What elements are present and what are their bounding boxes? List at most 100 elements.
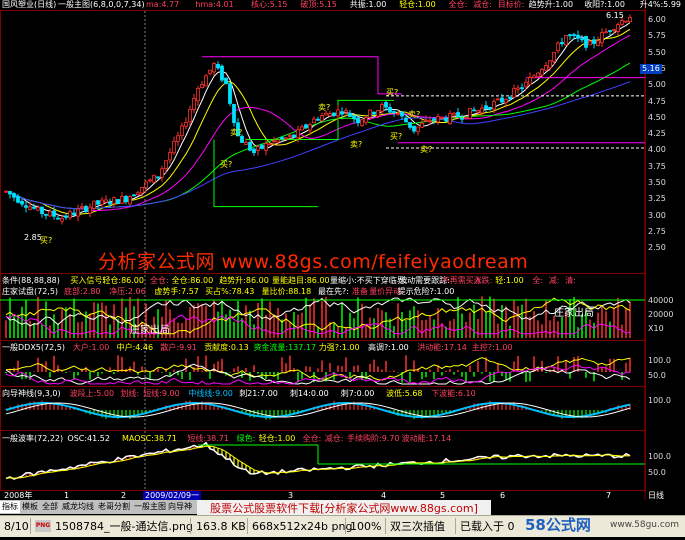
candle-body: [524, 81, 528, 88]
indicator-value: 全仓:: [302, 434, 322, 443]
buy-sell-mark: 卖?: [318, 103, 331, 112]
axis-tick-label: 20000: [648, 310, 674, 319]
candle-body: [128, 196, 132, 205]
axis-tick-label: 100.0: [648, 452, 671, 461]
candle-body: [528, 77, 532, 85]
indicator-value: 趋势升:1.00: [528, 0, 574, 9]
candle-body: [148, 179, 152, 182]
candle-body: [416, 126, 420, 132]
candle-body: [516, 87, 520, 90]
divider: [345, 518, 346, 534]
candle-body: [260, 144, 264, 149]
indicator-value: 提示危险?:1.00: [397, 287, 455, 296]
indicator-value: 手续购阶:9.70: [347, 434, 400, 443]
candle-body: [332, 112, 336, 116]
indicator-value: 全仓:: [150, 276, 169, 285]
candle-body: [552, 51, 556, 63]
candle-body: [616, 24, 620, 32]
indicator-value: 共振:1.00: [349, 0, 387, 9]
indicator-value: 资金流量:137.17: [253, 343, 317, 352]
site-url: www.58gu.com: [610, 520, 680, 530]
tab-guide[interactable]: 向导神线: [166, 501, 197, 523]
axis-tick-label: 3.00: [648, 210, 666, 220]
candle-body: [220, 65, 224, 81]
candle-body: [60, 217, 64, 222]
candle-body: [440, 116, 444, 119]
candle-body: [16, 195, 20, 203]
tab-main[interactable]: 一般主图: [132, 501, 168, 513]
candle-body: [152, 174, 156, 183]
candle-body: [132, 194, 136, 197]
tab-indicator[interactable]: 指标: [0, 501, 20, 513]
candle-body: [204, 75, 208, 87]
candle-body: [224, 77, 228, 85]
candle-body: [4, 190, 8, 193]
indicator-value: 底部:2.80: [64, 287, 101, 296]
candle-body: [208, 69, 212, 74]
indicator-value: 准备: [352, 287, 368, 296]
ddx-line: [5, 363, 631, 385]
candle-body: [340, 111, 344, 115]
buy-sell-mark: 卖?: [230, 128, 243, 137]
volume-ma-line: [5, 297, 631, 327]
month-7: 7: [606, 491, 612, 500]
candle-body: [112, 197, 116, 204]
indicator-value: 清:: [565, 276, 576, 285]
candle-body: [356, 117, 360, 124]
candle-body: [32, 206, 36, 209]
indicator-value: 刺7:0.00: [340, 389, 375, 398]
tab-template[interactable]: 模板: [20, 501, 40, 513]
axis-tick-label: 4.75: [648, 96, 666, 106]
resistance-line: [202, 56, 402, 95]
candle-body: [284, 137, 288, 140]
candle-body: [100, 199, 104, 205]
candle-body: [116, 199, 120, 204]
candle-body: [76, 208, 80, 217]
axis-tick-label: X10: [648, 324, 664, 333]
candle-body: [248, 142, 252, 151]
indicator-value: 划线:: [120, 389, 140, 398]
month-6: 6: [500, 491, 506, 500]
panel-frame: [0, 10, 646, 274]
png-file-icon: PNG: [35, 520, 51, 532]
candle-body: [180, 125, 184, 136]
indicator-value: 刺14:0.00: [290, 389, 329, 398]
candle-body: [468, 108, 472, 119]
indicator-value: 买占%:78.43: [205, 287, 255, 296]
candle-body: [268, 143, 272, 146]
tab-weilong[interactable]: 威龙均线: [60, 501, 96, 513]
image-index: 8/10: [4, 520, 29, 533]
candle-body: [104, 199, 108, 203]
candle-body: [584, 35, 588, 48]
candle-body: [64, 215, 68, 218]
axis-tick-label: 4.00: [648, 145, 666, 155]
candle-body: [412, 125, 416, 132]
candle-body: [28, 206, 32, 210]
candle-body: [8, 191, 12, 195]
indicator-value: 贡献度:0.13: [204, 343, 249, 352]
indicator-value: 短线:38.71: [187, 434, 229, 443]
candle-body: [48, 211, 52, 217]
axis-tick-label: 40000: [648, 296, 674, 305]
stock-title: 国风塑业(日线): [2, 0, 57, 9]
tab-laoge[interactable]: 老哥分割: [96, 501, 132, 513]
candle-body: [432, 118, 436, 121]
indicator-value: 力强?:1.00: [318, 343, 360, 352]
candle-body: [52, 210, 56, 217]
tab-all[interactable]: 全部: [40, 501, 60, 513]
indicator-value: 波动能:17.14: [401, 434, 452, 443]
candle-body: [200, 84, 204, 88]
candle-body: [436, 116, 440, 123]
indicator-value: 庄家试盘(72,5): [2, 287, 59, 296]
indicator-value: 量能趋目:86.00: [272, 276, 330, 285]
guide-line: [5, 402, 631, 419]
chart-canvas[interactable]: 国风塑业(日线) 一般主图(6,8,0,0,7,34) ma:4.77 hma:4…: [0, 0, 685, 537]
candle-body: [376, 110, 380, 117]
candle-body: [160, 168, 164, 178]
candle-body: [532, 75, 536, 79]
indicator-value: 洪动能:17.14: [417, 343, 467, 352]
axis-tick-label: 6.00: [648, 15, 666, 24]
indicator-value: 核心:5.15: [251, 0, 288, 9]
candle-body: [232, 103, 236, 123]
indicator-value: 中线线:9.00: [188, 389, 233, 398]
